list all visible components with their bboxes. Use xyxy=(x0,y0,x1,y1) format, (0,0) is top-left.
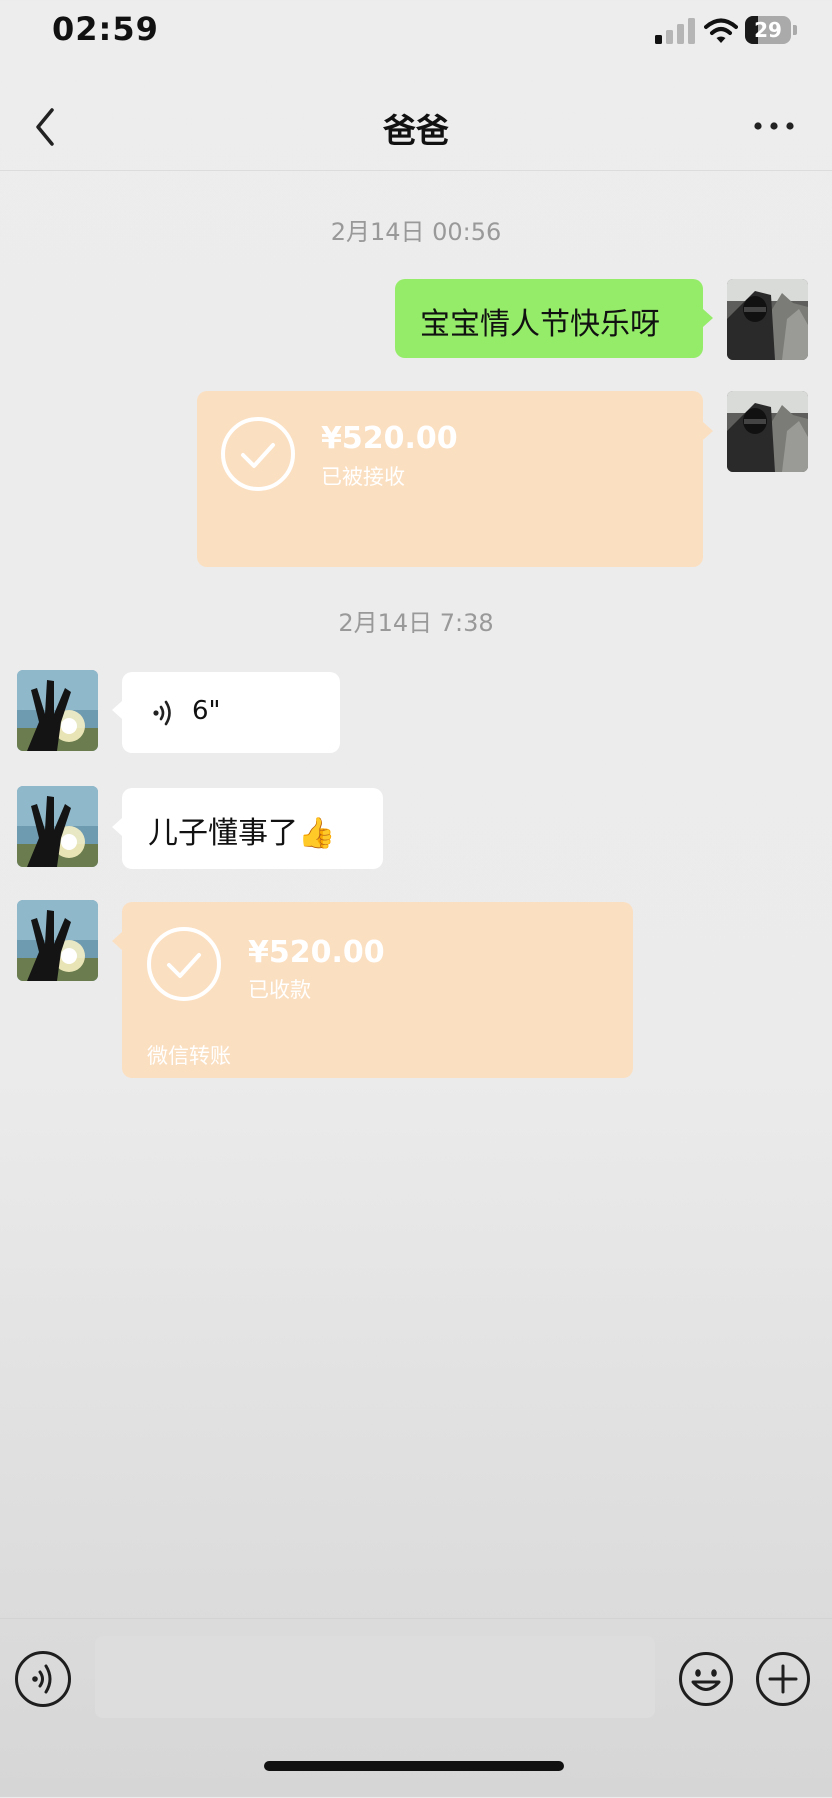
bubble-tail xyxy=(112,818,122,836)
transfer-amount: ¥520.00 xyxy=(248,935,385,970)
chat-header: 爸爸 xyxy=(0,64,832,171)
bubble-tail xyxy=(703,309,713,327)
status-bar: 02:59 29 xyxy=(0,0,832,64)
my-avatar[interactable] xyxy=(727,279,808,360)
message-bubble-received[interactable]: 儿子懂事了👍 xyxy=(122,788,383,869)
voice-message[interactable]: 6" xyxy=(122,672,340,753)
input-bar xyxy=(0,1618,832,1798)
transfer-status: 已被接收 xyxy=(321,465,405,489)
message-text: 儿子懂事了👍 xyxy=(148,808,335,852)
home-indicator[interactable] xyxy=(264,1761,564,1771)
message-text: 宝宝情人节快乐呀 xyxy=(420,307,660,342)
contact-avatar[interactable] xyxy=(17,670,98,751)
cellular-signal-icon xyxy=(655,18,695,44)
transfer-amount: ¥520.00 xyxy=(321,421,458,456)
transfer-card-received[interactable]: ¥520.00 已收款 微信转账 xyxy=(122,902,633,1078)
message-bubble-sent[interactable]: 宝宝情人节快乐呀 xyxy=(395,279,703,358)
smiley-icon[interactable] xyxy=(678,1651,734,1707)
plus-circle-icon[interactable] xyxy=(755,1651,811,1707)
transfer-card-sent[interactable]: ¥520.00 已被接收 xyxy=(197,391,703,567)
contact-avatar[interactable] xyxy=(17,786,98,867)
more-horizontal-icon[interactable] xyxy=(750,108,798,144)
chat-title: 爸爸 xyxy=(383,111,449,150)
timestamp: 2月14日 00:56 xyxy=(330,218,502,246)
my-avatar[interactable] xyxy=(727,391,808,472)
battery-indicator: 29 xyxy=(745,16,797,46)
voice-input-button[interactable] xyxy=(15,1651,71,1707)
wifi-icon xyxy=(704,18,738,43)
transfer-status: 已收款 xyxy=(248,978,311,1002)
bubble-tail xyxy=(703,422,713,440)
check-circle-icon xyxy=(147,927,221,1001)
thumbs-up-emoji: 👍 xyxy=(298,816,336,851)
voice-duration: 6" xyxy=(192,696,221,726)
battery-cap xyxy=(793,25,797,35)
transfer-footer-label: 微信转账 xyxy=(147,1044,231,1068)
contact-avatar[interactable] xyxy=(17,900,98,981)
bubble-tail xyxy=(112,932,122,950)
message-input[interactable] xyxy=(95,1636,655,1718)
timestamp: 2月14日 7:38 xyxy=(338,609,494,637)
check-circle-icon xyxy=(221,417,295,491)
battery-level: 29 xyxy=(754,18,782,42)
message-text-content: 儿子懂事了 xyxy=(148,816,298,851)
status-time: 02:59 xyxy=(52,10,159,48)
voice-wave-icon xyxy=(32,1664,52,1694)
voice-wave-icon xyxy=(153,700,171,726)
bubble-tail xyxy=(112,701,122,719)
